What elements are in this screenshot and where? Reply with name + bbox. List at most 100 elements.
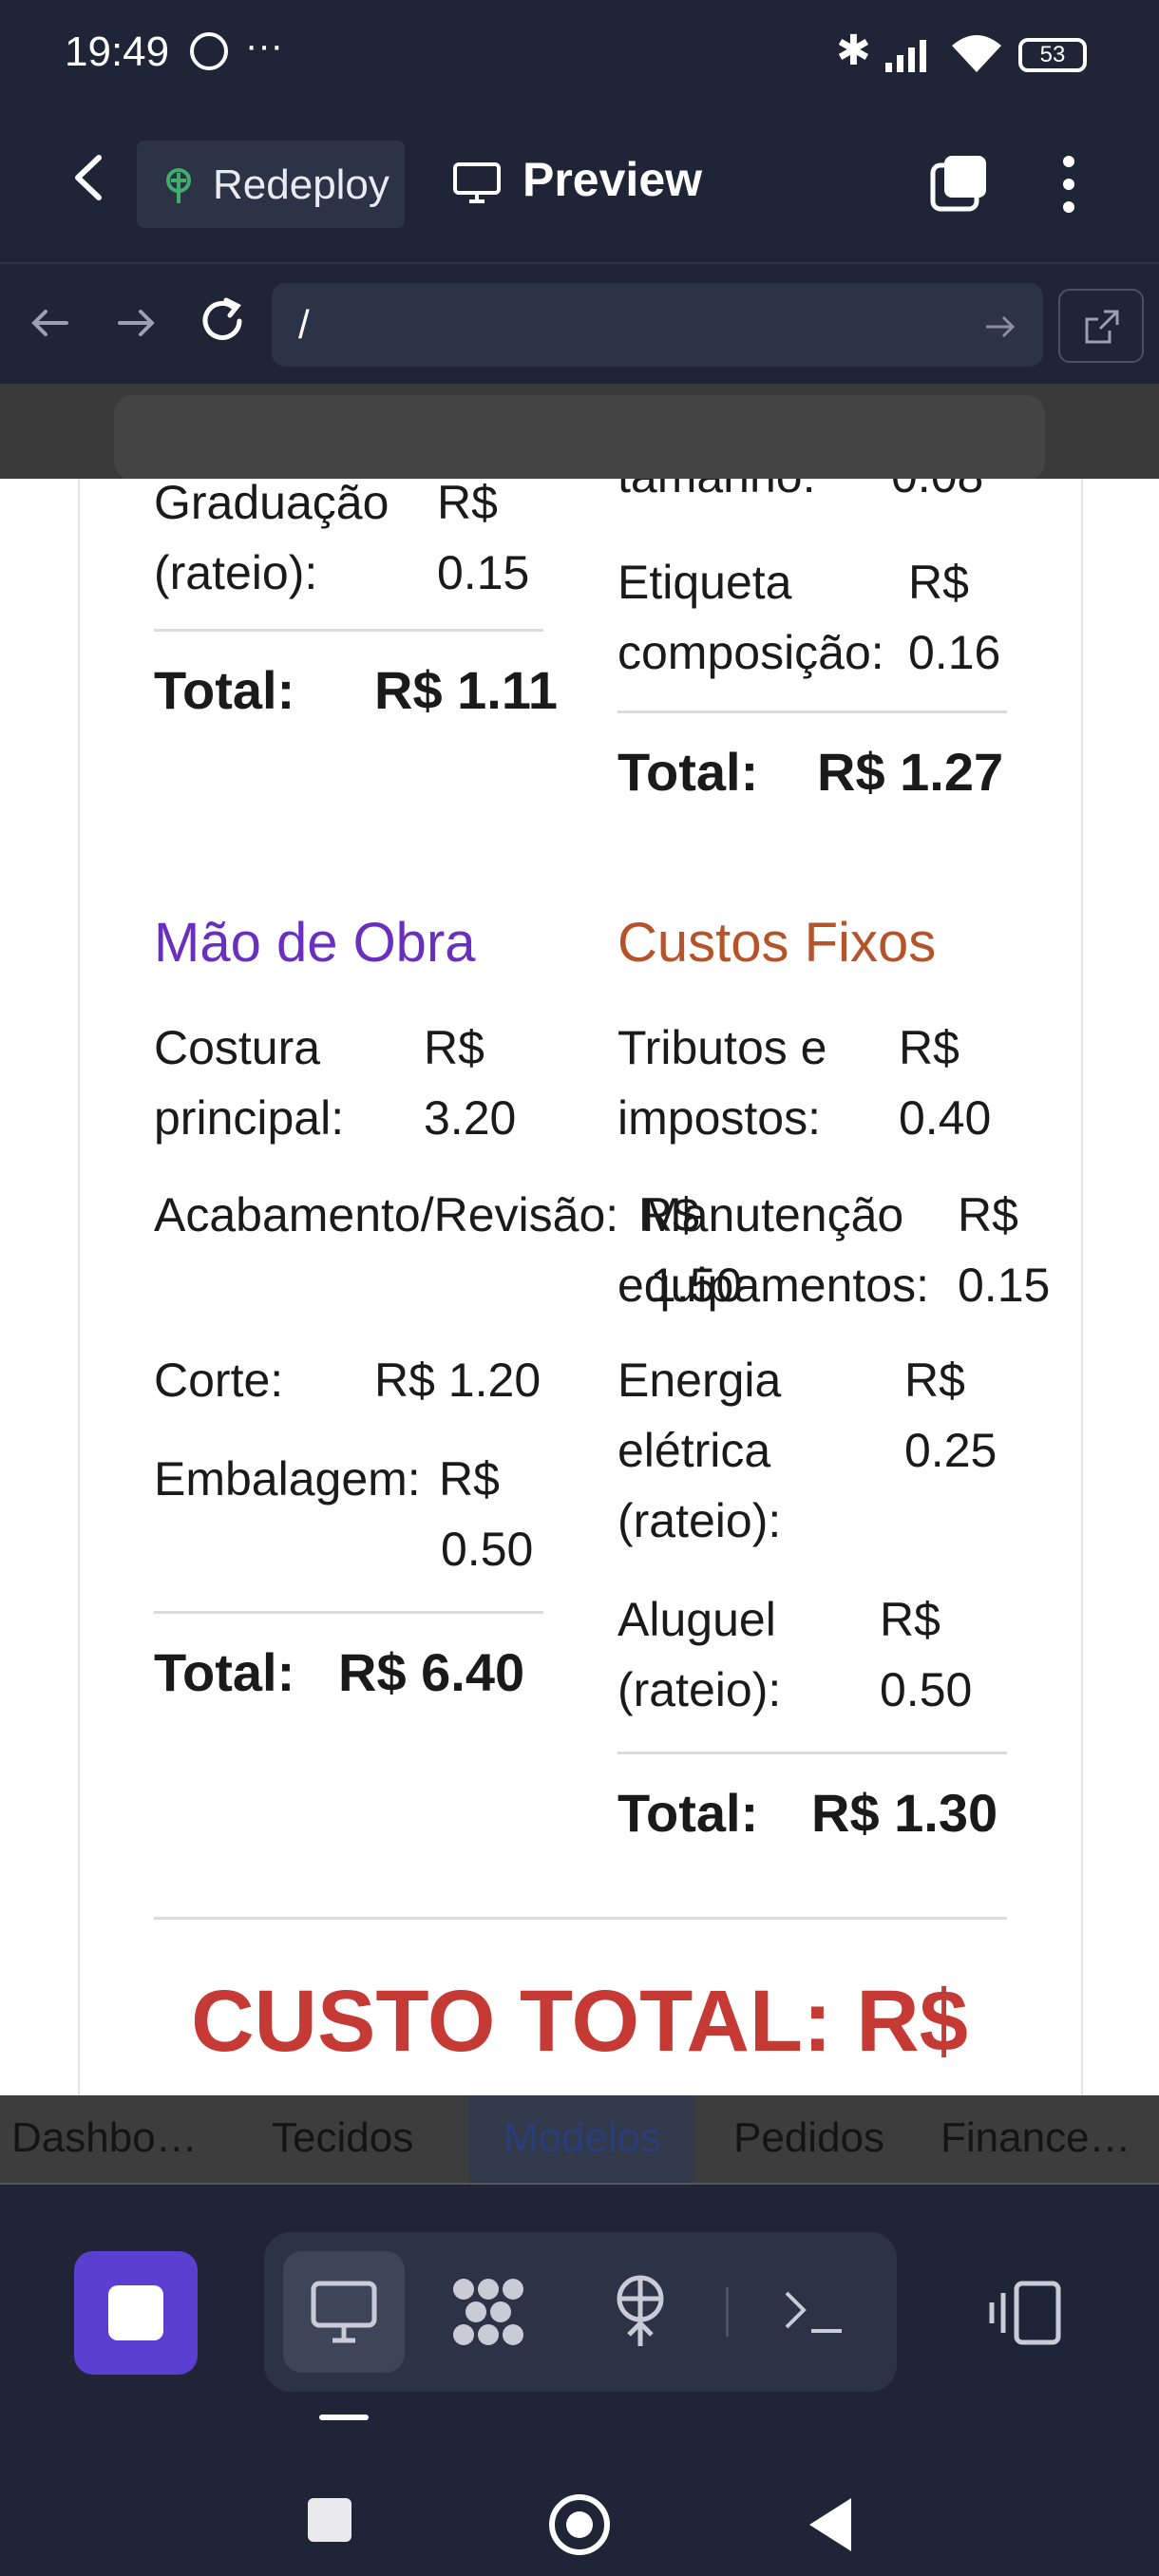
redeploy-button[interactable]: Redeploy — [137, 141, 405, 228]
signal-icon — [885, 40, 926, 72]
manutencao-value: R$ — [958, 1188, 1018, 1241]
costura-label: Costura — [154, 1021, 321, 1074]
desktop-view-button[interactable] — [283, 2251, 405, 2373]
back-arrow-icon[interactable] — [65, 152, 116, 203]
clock: 19:49 — [65, 28, 170, 75]
deploy-icon[interactable] — [610, 2274, 671, 2348]
tributos-label: Tributos e — [618, 1021, 827, 1074]
overlay-strip — [0, 384, 1159, 481]
corte-label: Corte: — [154, 1354, 284, 1407]
energia-value-2: 0.25 — [904, 1424, 998, 1477]
etiqueta-label: Etiqueta — [618, 556, 792, 609]
total-label: Total: — [154, 660, 295, 720]
tab-dashboard[interactable]: Dashbo… — [11, 2095, 220, 2183]
redeploy-icon — [166, 168, 191, 203]
graduacao-value: R$ — [437, 479, 498, 529]
url-bar: / — [0, 264, 1159, 384]
acabamento-label: Acabamento/Revisão: — [154, 1188, 619, 1241]
etiqueta-value-2: 0.16 — [908, 626, 1001, 679]
go-arrow-icon[interactable] — [982, 310, 1016, 344]
costura-label-2: principal: — [154, 1091, 345, 1145]
manutencao-value-2: 0.15 — [958, 1259, 1051, 1312]
monitor-icon — [453, 162, 501, 203]
graduacao-value-2: 0.15 — [437, 546, 530, 599]
tab-pedidos[interactable]: Pedidos — [733, 2095, 904, 2183]
aluguel-label: Aluguel — [618, 1593, 776, 1646]
graduacao-label-2: (rateio): — [154, 546, 318, 599]
tab-tecidos[interactable]: Tecidos — [272, 2095, 443, 2183]
status-bar: 19:49 ··· ✱ 53 — [0, 0, 1159, 114]
overlay-bar — [114, 395, 1045, 481]
recents-button[interactable] — [308, 2498, 352, 2542]
monitor-icon — [311, 2281, 377, 2343]
redeploy-label: Redeploy — [213, 161, 390, 208]
page-content[interactable]: Graduação (rateio): R$ 0.15 Total: R$ 1.… — [0, 479, 1159, 2095]
tab-modelos[interactable]: Modelos — [469, 2095, 695, 2183]
grand-total: CUSTO TOTAL: R$ — [191, 1973, 968, 2070]
embalagem-value: R$ — [439, 1452, 500, 1506]
labor-title: Mão de Obra — [154, 912, 476, 974]
side-panel-icon[interactable] — [988, 2280, 1064, 2346]
separator — [726, 2287, 729, 2337]
costura-value: R$ — [424, 1021, 484, 1074]
open-external-button[interactable] — [1058, 289, 1144, 363]
tabs-icon[interactable] — [929, 152, 990, 213]
bluetooth-icon: ✱ — [836, 27, 871, 75]
total-value: R$ 1.30 — [811, 1783, 998, 1843]
whatsapp-icon — [190, 32, 228, 70]
reload-icon[interactable] — [198, 296, 247, 346]
total-label: Total: — [618, 1783, 759, 1843]
dots-grid-icon[interactable] — [450, 2276, 526, 2348]
tamanho-value: 0.08 — [891, 479, 983, 511]
nav-forward-icon[interactable] — [116, 302, 158, 344]
fixed-costs-title: Custos Fixos — [618, 912, 937, 974]
manutencao-label: Manutenção — [642, 1188, 904, 1241]
battery-icon: 53 — [1018, 38, 1087, 72]
divider — [618, 1752, 1007, 1754]
page-tabs: Dashbo… Tecidos Modelos Pedidos Finance… — [0, 2095, 1159, 2185]
embalagem-value-2: 0.50 — [441, 1523, 534, 1576]
gesture-handle — [319, 2415, 369, 2420]
nav-back-icon[interactable] — [28, 302, 70, 344]
energia-label-3: (rateio): — [618, 1494, 782, 1547]
system-back-button[interactable] — [809, 2498, 851, 2551]
total-value: R$ 6.40 — [338, 1642, 525, 1702]
preview-title[interactable]: Preview — [522, 152, 702, 207]
app-header: Redeploy Preview — [0, 114, 1159, 264]
tributos-value: R$ — [899, 1021, 960, 1074]
tributos-label-2: impostos: — [618, 1091, 821, 1145]
graduacao-label: Graduação — [154, 479, 390, 529]
energia-label: Energia — [618, 1354, 782, 1407]
corte-value: R$ 1.20 — [374, 1354, 542, 1407]
home-button[interactable] — [549, 2494, 610, 2555]
tributos-value-2: 0.40 — [899, 1091, 992, 1145]
energia-value: R$ — [904, 1354, 965, 1407]
system-nav-bar — [0, 2403, 1159, 2576]
aluguel-value: R$ — [880, 1593, 940, 1646]
energia-label-2: elétrica — [618, 1424, 771, 1477]
tamanho-label: tamanho: — [618, 479, 815, 511]
terminal-icon[interactable] — [783, 2287, 844, 2337]
costura-value-2: 3.20 — [424, 1091, 517, 1145]
wifi-icon — [952, 35, 1001, 72]
divider — [618, 710, 1007, 713]
divider — [154, 629, 543, 632]
tab-financeiro[interactable]: Finance… — [940, 2095, 1151, 2183]
external-link-icon — [1085, 310, 1119, 344]
embalagem-label: Embalagem: — [154, 1452, 421, 1506]
more-menu-icon[interactable] — [1054, 154, 1083, 215]
total-label: Total: — [154, 1642, 295, 1702]
grand-divider — [154, 1917, 1007, 1920]
aluguel-label-2: (rateio): — [618, 1663, 782, 1716]
url-value: / — [298, 302, 310, 347]
total-value: R$ 1.27 — [817, 742, 1004, 802]
total-value: R$ 1.11 — [374, 660, 559, 720]
home-icon — [566, 2511, 593, 2538]
etiqueta-value: R$ — [908, 556, 969, 609]
bottom-toolbar — [0, 2185, 1159, 2403]
etiqueta-label-2: composição: — [618, 626, 884, 679]
url-input[interactable]: / — [272, 283, 1043, 367]
stop-icon — [108, 2285, 163, 2340]
stop-button[interactable] — [74, 2251, 198, 2375]
aluguel-value-2: 0.50 — [880, 1663, 973, 1716]
